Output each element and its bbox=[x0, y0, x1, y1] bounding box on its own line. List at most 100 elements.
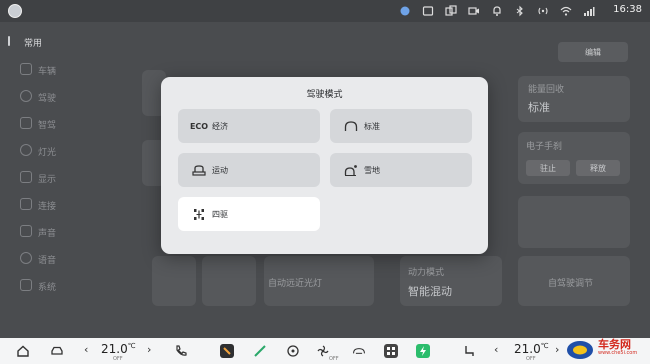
camera-frame-icon[interactable] bbox=[421, 4, 435, 18]
drive-mode-standard[interactable]: 标准 bbox=[330, 109, 472, 143]
sidebar-item-display[interactable]: 显示 bbox=[0, 164, 118, 190]
right-temp[interactable]: 21.0℃ bbox=[514, 342, 549, 356]
parking-option-hold[interactable]: 驻止 bbox=[526, 160, 570, 176]
seat-adjust-label: 自驾驶调节 bbox=[548, 279, 594, 289]
energy-recovery-card[interactable]: 能量回收 标准 bbox=[518, 76, 630, 122]
sidebar-item-label: 智驾 bbox=[38, 121, 57, 131]
settings-sidebar: 常用 车辆 驾驶 智驾 灯光 显示 连接 声音 语音 系统 bbox=[0, 26, 118, 304]
sidebar-item-connect[interactable]: 连接 bbox=[0, 191, 118, 217]
system-icon bbox=[20, 279, 32, 291]
auto-light-card[interactable]: 自动远近光灯 bbox=[264, 256, 374, 306]
app-icon[interactable] bbox=[220, 344, 234, 358]
left-temp[interactable]: 21.0℃ bbox=[101, 342, 136, 356]
sidebar-item-common[interactable]: 常用 bbox=[0, 28, 118, 54]
sidebar-item-vehicle[interactable]: 车辆 bbox=[0, 56, 118, 82]
car-icon bbox=[20, 63, 32, 75]
home-icon[interactable] bbox=[16, 344, 30, 358]
drive-mode-sport[interactable]: 运动 bbox=[178, 153, 320, 187]
fan-icon[interactable] bbox=[316, 344, 330, 358]
right-temp-increase[interactable]: › bbox=[555, 343, 559, 356]
power-mode-card[interactable]: 动力模式 智能混动 bbox=[400, 256, 502, 306]
edit-button[interactable]: 编辑 bbox=[558, 42, 628, 62]
recirculation-icon[interactable] bbox=[350, 344, 368, 358]
sidebar-item-label: 系统 bbox=[38, 283, 57, 293]
steering-icon bbox=[20, 90, 32, 102]
link-icon bbox=[20, 198, 32, 210]
wifi-icon[interactable] bbox=[559, 4, 573, 18]
signal-icon bbox=[582, 4, 596, 18]
status-bar: 16:38 bbox=[0, 0, 650, 22]
light-toggle-card[interactable] bbox=[152, 256, 196, 306]
screen-mirror-icon[interactable] bbox=[444, 4, 458, 18]
sidebar-item-system[interactable]: 系统 bbox=[0, 272, 118, 298]
eco-icon: ECO bbox=[189, 121, 209, 131]
sidebar-item-lights[interactable]: 灯光 bbox=[0, 137, 118, 163]
left-temp-decrease[interactable]: ‹ bbox=[84, 343, 88, 356]
parking-brake-card: 电子手刹 驻止 释放 bbox=[518, 132, 630, 184]
left-temp-unit: ℃ bbox=[127, 342, 136, 350]
sidebar-item-label: 灯光 bbox=[38, 148, 57, 158]
snow-mode-icon bbox=[343, 163, 359, 177]
drive-mode-snow[interactable]: 雪地 bbox=[330, 153, 472, 187]
assist-icon bbox=[20, 117, 32, 129]
display-icon bbox=[20, 171, 32, 183]
light-icon bbox=[20, 144, 32, 156]
sidebar-item-label: 车辆 bbox=[38, 67, 57, 77]
drive-mode-dialog: 驾驶模式 ECO 经济 标准 运动 雪地 四驱 bbox=[161, 77, 488, 254]
drive-mode-label: 经济 bbox=[212, 122, 228, 131]
fan-status: OFF bbox=[329, 356, 339, 362]
standard-mode-icon bbox=[343, 119, 359, 133]
phone-icon[interactable] bbox=[174, 344, 188, 358]
voice-icon bbox=[20, 252, 32, 264]
clock: 16:38 bbox=[613, 4, 642, 15]
drive-mode-eco[interactable]: ECO 经济 bbox=[178, 109, 320, 143]
drive-mode-awd[interactable]: 四驱 bbox=[178, 197, 320, 231]
sidebar-item-label: 显示 bbox=[38, 175, 57, 185]
sidebar-item-voice[interactable]: 语音 bbox=[0, 245, 118, 271]
navigation-icon[interactable] bbox=[253, 344, 267, 358]
right-temp-decrease[interactable]: ‹ bbox=[494, 343, 498, 356]
sidebar-item-label: 连接 bbox=[38, 202, 57, 212]
sidebar-item-assist[interactable]: 智驾 bbox=[0, 110, 118, 136]
sidebar-item-label: 常用 bbox=[24, 39, 43, 49]
parking-option-release[interactable]: 释放 bbox=[576, 160, 620, 176]
status-icons bbox=[398, 4, 596, 18]
driver-toggle-card[interactable] bbox=[202, 256, 256, 306]
left-temp-value: 21.0 bbox=[101, 342, 128, 356]
sidebar-item-driving[interactable]: 驾驶 bbox=[0, 83, 118, 109]
grid-icon[interactable] bbox=[384, 344, 398, 358]
sidebar-item-label: 语音 bbox=[38, 256, 57, 266]
bluetooth-icon[interactable] bbox=[513, 4, 527, 18]
seat-adjust-card[interactable]: 自驾驶调节 bbox=[518, 256, 630, 306]
seat-heat-icon[interactable] bbox=[462, 344, 476, 358]
video-icon[interactable] bbox=[467, 4, 481, 18]
right-temp-unit: ℃ bbox=[540, 342, 549, 350]
dialog-title: 驾驶模式 bbox=[306, 90, 343, 100]
energy-recovery-value: 标准 bbox=[528, 101, 550, 114]
active-indicator bbox=[8, 36, 10, 46]
bottom-dock: ‹ 21.0℃ OFF › OFF ‹ 21.0℃ OFF › bbox=[0, 338, 650, 364]
power-mode-label: 动力模式 bbox=[408, 268, 445, 278]
user-avatar[interactable] bbox=[8, 4, 22, 18]
drive-mode-label: 运动 bbox=[212, 166, 228, 175]
awd-icon bbox=[191, 207, 207, 221]
drive-mode-label: 雪地 bbox=[364, 166, 380, 175]
auto-light-label: 自动远近光灯 bbox=[268, 279, 323, 289]
car-icon[interactable] bbox=[50, 344, 64, 358]
location-icon bbox=[398, 4, 412, 18]
right-temp-status: OFF bbox=[526, 356, 536, 362]
parking-brake-label: 电子手刹 bbox=[526, 142, 563, 152]
left-temp-increase[interactable]: › bbox=[147, 343, 151, 356]
bell-icon[interactable] bbox=[490, 4, 504, 18]
drive-mode-label: 标准 bbox=[364, 122, 380, 131]
energy-recovery-label: 能量回收 bbox=[528, 85, 565, 95]
left-temp-status: OFF bbox=[113, 356, 123, 362]
feature-card-dim[interactable] bbox=[518, 196, 630, 248]
watermark-url: www.che5i.com bbox=[598, 350, 638, 356]
hotspot-icon[interactable] bbox=[536, 4, 550, 18]
charge-icon[interactable] bbox=[416, 344, 430, 358]
sidebar-item-sound[interactable]: 声音 bbox=[0, 218, 118, 244]
steering-wheel-icon[interactable] bbox=[286, 344, 300, 358]
sound-icon bbox=[20, 225, 32, 237]
right-temp-value: 21.0 bbox=[514, 342, 541, 356]
